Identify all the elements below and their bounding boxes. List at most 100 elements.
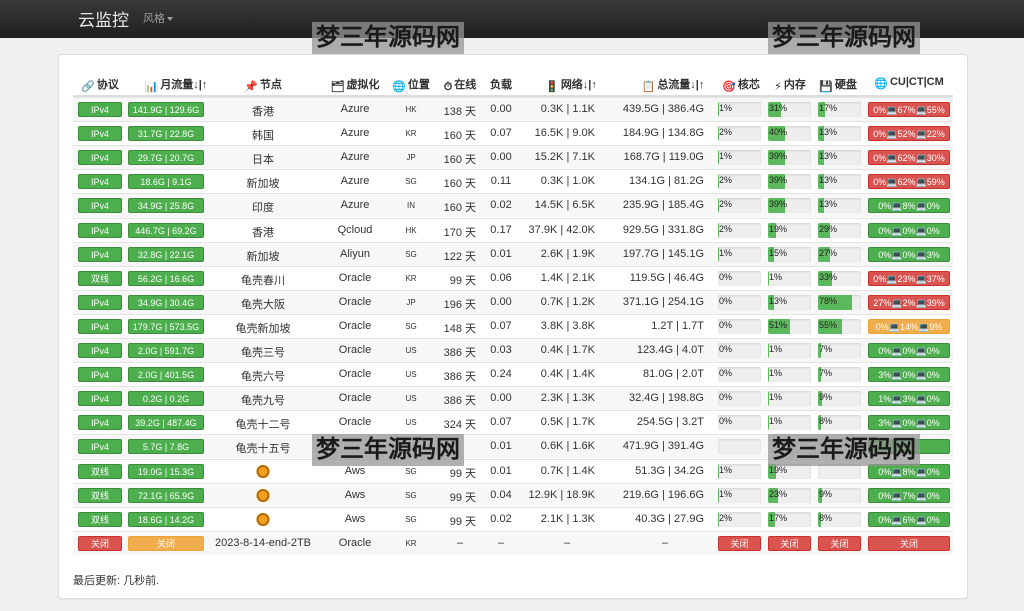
hdd-percent: 13%	[819, 151, 838, 162]
virtualization: Azure	[340, 151, 370, 164]
virtualization: Oracle	[338, 319, 372, 332]
table-row[interactable]: IPv4 446.7G | 69.2G 香港 Qcloud HK 170 天 0.17 37.…	[73, 217, 953, 242]
table-row[interactable]: IPv4 31.7G | 22.8G 韩国 Azure KR 160 天 0.07 16.5K…	[73, 121, 953, 145]
protocol-badge: IPv4	[78, 150, 122, 166]
monthly-traffic-badge: 18.6G | 14.2G	[128, 511, 204, 527]
monthly-traffic-badge: 72.1G | 65.9G	[128, 487, 204, 503]
header-ping[interactable]: 🌐 CU|CT|CM	[874, 76, 944, 90]
network-speed: 0.7K | 1.2K	[540, 295, 595, 308]
cpu-progress-bar	[718, 439, 761, 455]
monthly-traffic-badge: 0.2G | 0.2G	[128, 391, 204, 407]
table-row[interactable]: IPv4 141.9G | 129.6G 香港 Azure HK 138 天 0.00 0.3…	[73, 97, 953, 121]
uptime: 99 天	[449, 274, 476, 287]
table-row[interactable]: IPv4 2.0G | 591.7G 龟壳三号 Oracle US 386 天 0.03 0.…	[73, 338, 953, 362]
header-protocol[interactable]: 🔗 协议	[81, 76, 119, 93]
header-node[interactable]: 📌 节点	[244, 76, 282, 93]
load: 0.07	[490, 416, 512, 429]
total-traffic: 134.1G | 81.2G	[628, 175, 704, 188]
table-row[interactable]: IPv4 2.0G | 401.5G 龟壳六号 Oracle US 386 天 0.24 0.…	[73, 362, 953, 386]
table-row[interactable]: IPv4 34.9G | 25.8G 印度 Azure IN 160 天 0.02 14.5K…	[73, 193, 953, 218]
uptime: 122 天	[443, 250, 476, 263]
network-speed: 1.4K | 2.1K	[540, 271, 595, 284]
mem-progress-bar: 13%	[768, 294, 811, 310]
cpu-percent: 0%	[719, 392, 733, 403]
load: 0.02	[490, 512, 512, 525]
uptime: 160 天	[443, 202, 476, 215]
table-row[interactable]: IPv4 29.7G | 20.7G 日本 Azure JP 160 天 0.00 15.2K…	[73, 145, 953, 170]
mem-progress-bar: 19%	[768, 222, 811, 238]
hdd-percent: 13%	[819, 127, 838, 138]
table-row[interactable]: IPv4 18.6G | 9.1G 新加坡 Azure SG 160 天 0.11 0.3K …	[73, 169, 953, 193]
hdd-progress-bar: 9%	[818, 391, 861, 407]
header-virtualization[interactable]: 🗂 虚拟化	[331, 76, 380, 93]
monthly-traffic-badge: 19.0G | 15.3G	[128, 463, 204, 479]
monthly-traffic-badge: 29.7G | 20.7G	[128, 150, 204, 166]
mem-percent: 39%	[769, 151, 788, 162]
table-row[interactable]: IPv4 39.2G | 487.4G 龟壳十二号 Oracle US 324 天 0.07…	[73, 410, 953, 434]
node-name: 龟壳三号	[241, 347, 285, 359]
table-row[interactable]: IPv4 0.2G | 0.2G 龟壳九号 Oracle US 386 天 0.00 2.3K…	[73, 386, 953, 411]
header-cpu[interactable]: 🎯 核芯	[722, 76, 760, 93]
uptime: 386 天	[443, 371, 476, 384]
uptime: 160 天	[443, 178, 476, 191]
network-speed: 16.5K | 9.0K	[534, 127, 595, 140]
cpu-percent: 0%	[719, 368, 733, 379]
style-dropdown[interactable]: 风格	[143, 10, 173, 26]
header-network[interactable]: 🚦 网络↓|↑	[545, 76, 597, 93]
header-location[interactable]: 🌐 位置	[392, 76, 430, 93]
mem-progress-bar: 19%	[768, 463, 811, 479]
header-uptime[interactable]: ⏱ 在线	[444, 76, 477, 94]
total-traffic: 51.3G | 34.2G	[635, 464, 704, 477]
table-row[interactable]: 双线 18.6G | 14.2G Aws SG 99 天 0.02 2.1K | 1.3K 4…	[73, 506, 953, 531]
cpu-progress-bar: 1%	[718, 102, 761, 117]
ping-loss-badge: 3%💻0%💻0%	[868, 367, 950, 383]
monthly-traffic-badge: 18.6G | 9.1G	[128, 174, 204, 190]
table-row[interactable]: IPv4 179.7G | 573.5G 龟壳新加坡 Oracle SG 148 天 0.0…	[73, 313, 953, 338]
table-row[interactable]: IPv4 34.9G | 30.4G 龟壳大阪 Oracle JP 196 天 0.00 0.…	[73, 289, 953, 314]
brand-title[interactable]: 云监控	[78, 6, 129, 31]
table-row[interactable]: 双线 72.1G | 65.9G Aws SG 99 天 0.04 12.9K | 18.9…	[73, 482, 953, 507]
header-total-traffic[interactable]: 📋 总流量↓|↑	[642, 76, 705, 93]
location-code: SG	[405, 466, 417, 476]
total-traffic: 119.5G | 46.4G	[629, 271, 704, 284]
cpu-progress-bar: 2%	[718, 511, 761, 527]
network-speed: 12.9K | 18.9K	[528, 488, 595, 501]
cpu-progress-bar: 2%	[718, 198, 761, 214]
table-row[interactable]: IPv4 32.8G | 22.1G 新加坡 Aliyun SG 122 天 0.01 2.6…	[73, 241, 953, 266]
load: 0.02	[490, 199, 512, 212]
virtualization: Aws	[344, 512, 366, 525]
table-row[interactable]: IPv4 5.7G | 7.8G 龟壳十五号 0.01 0.6K | 1.6K 471.9…	[73, 434, 953, 459]
hdd-percent: 13%	[819, 199, 838, 210]
mem-percent: 40%	[769, 127, 788, 138]
table-row[interactable]: 关闭 关闭 2023-8-14-end-2TB Oracle KR – – – – 关闭 关闭 关闭关…	[73, 530, 953, 555]
cpu-percent: 1%	[719, 488, 733, 499]
ping-loss-badge: 1%💻3%💻0%	[868, 391, 950, 407]
ping-loss-badge: 0%💻52%💻22%	[868, 126, 950, 142]
node-name: 龟壳新加坡	[235, 322, 291, 335]
hdd-progress-bar: 13%	[818, 198, 861, 214]
monthly-traffic-badge: 5.7G | 7.8G	[128, 439, 204, 455]
ping-loss-badge: 0%💻8%💻0%	[868, 463, 950, 479]
header-disk[interactable]: 💾 硬盘	[819, 76, 857, 93]
network-speed: –	[563, 536, 571, 549]
cpu-percent: 1%	[719, 151, 733, 162]
header-monthly-traffic[interactable]: 📊 月流量↓|↑	[145, 76, 208, 93]
hdd-percent: 8%	[819, 416, 833, 427]
virtualization: Aliyun	[340, 247, 370, 260]
ping-loss-badge: 0%💻0%💻3%	[868, 246, 950, 262]
location-code: SG	[405, 490, 417, 500]
total-traffic: 123.4G | 4.0T	[636, 344, 704, 356]
cpu-progress-bar: 0%	[718, 270, 761, 286]
table-row[interactable]: 双线 56.2G | 16.6G 龟壳春川 Oracle KR 99 天 0.06 1.4K …	[73, 265, 953, 290]
table-row[interactable]: 双线 19.0G | 15.3G Aws SG 99 天 0.01 0.7K | 1.4K 5…	[73, 458, 953, 483]
load: 0.00	[490, 103, 512, 115]
location-code: JP	[406, 297, 416, 307]
node-name: 印度	[252, 202, 274, 215]
mem-progress-bar: 40%	[768, 126, 811, 142]
location-code: KR	[405, 129, 417, 139]
mem-progress-bar: 39%	[768, 174, 811, 190]
header-memory[interactable]: ⚡ 内存	[774, 76, 806, 93]
location-code: SG	[405, 514, 417, 524]
mem-percent: 39%	[769, 199, 788, 210]
header-load[interactable]: 负载	[490, 76, 512, 92]
